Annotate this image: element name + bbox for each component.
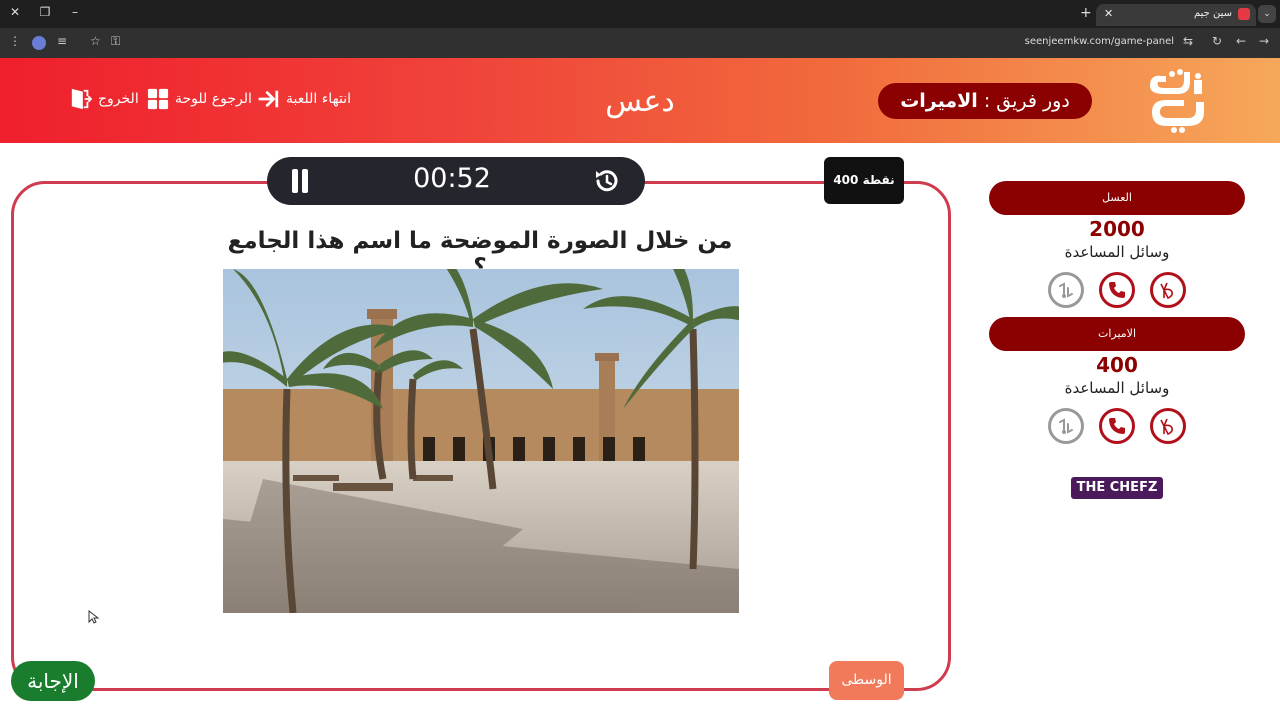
- hole-icon: [1059, 418, 1073, 434]
- pause-icon: [292, 169, 298, 193]
- tab-close-icon[interactable]: ✕: [1104, 7, 1113, 20]
- hole-icon: [1059, 282, 1073, 298]
- exit-button[interactable]: الخروج: [70, 88, 139, 110]
- end-game-icon: [258, 90, 279, 108]
- reset-timer-button[interactable]: [592, 166, 622, 196]
- extension-icon[interactable]: [32, 36, 46, 50]
- two-answers-icon: [1160, 418, 1173, 436]
- aids-label: وسائل المساعدة: [1064, 379, 1170, 397]
- tab-favicon: [1238, 8, 1250, 20]
- mosque-photo-icon: [223, 269, 739, 613]
- close-window-icon[interactable]: ✕: [6, 5, 24, 19]
- minimize-window-icon[interactable]: –: [66, 5, 84, 19]
- pause-icon-bar: [302, 169, 308, 193]
- current-turn-pill: دور فريق : الاميرات: [878, 83, 1092, 119]
- forward-icon[interactable]: →: [1259, 34, 1269, 48]
- aids-label: وسائل المساعدة: [1064, 243, 1170, 261]
- end-game-label: انتهاء اللعبة: [286, 91, 352, 107]
- two-answers-icon: [1160, 282, 1173, 300]
- new-tab-icon[interactable]: +: [1080, 5, 1092, 21]
- history-reset-icon: [596, 170, 618, 192]
- hole-aid-button[interactable]: [1048, 272, 1084, 308]
- page-title: دعس: [605, 84, 675, 119]
- exit-label: الخروج: [98, 91, 139, 107]
- answer-button[interactable]: الإجابة: [11, 661, 95, 701]
- back-icon[interactable]: ←: [1236, 34, 1246, 48]
- turn-team-name: الاميرات: [900, 90, 978, 112]
- password-key-icon[interactable]: ⚿: [111, 34, 120, 49]
- board-icon: [147, 88, 169, 110]
- sponsor-logo[interactable]: THE CHEFZ: [1071, 477, 1163, 499]
- logo-mark-icon: [1150, 69, 1204, 133]
- team-score: 2000: [1089, 217, 1145, 241]
- tab-title: سين جيم: [1193, 8, 1232, 19]
- reload-icon[interactable]: ↻: [1212, 34, 1222, 48]
- call-friend-aid-button[interactable]: [1099, 272, 1135, 308]
- menu-dots-icon[interactable]: ⋮: [9, 34, 21, 48]
- points-badge: 400 نقطة: [824, 157, 904, 204]
- team-score: 400: [1096, 353, 1138, 377]
- call-friend-icon: [1109, 418, 1125, 434]
- two-answers-aid-button[interactable]: [1150, 408, 1186, 444]
- call-friend-aid-button[interactable]: [1099, 408, 1135, 444]
- url-text[interactable]: seenjeemkw.com/game-panel: [1025, 36, 1174, 47]
- logo[interactable]: [1144, 68, 1212, 134]
- turn-label: دور فريق :: [983, 90, 1070, 112]
- browser-tab[interactable]: ✕ سين جيم: [1096, 4, 1256, 26]
- hole-aid-button[interactable]: [1048, 408, 1084, 444]
- exit-icon: [71, 88, 92, 110]
- pause-button[interactable]: [290, 169, 310, 193]
- timer-display: 00:52: [413, 163, 491, 194]
- team-name-bar: العسل: [989, 181, 1245, 215]
- tab-search-icon[interactable]: ⌄: [1258, 5, 1276, 23]
- question-image: [223, 269, 739, 613]
- site-settings-icon[interactable]: ⇆: [1183, 34, 1193, 48]
- mouse-cursor-icon: [88, 610, 100, 624]
- category-badge: الوسطى: [829, 661, 904, 700]
- back-to-board-button[interactable]: الرجوع للوحة: [147, 88, 252, 110]
- end-game-button[interactable]: انتهاء اللعبة: [258, 88, 351, 110]
- call-friend-icon: [1109, 282, 1125, 298]
- two-answers-aid-button[interactable]: [1150, 272, 1186, 308]
- restore-window-icon[interactable]: ❐: [36, 5, 54, 19]
- bookmark-star-icon[interactable]: ☆: [90, 34, 101, 48]
- back-to-board-label: الرجوع للوحة: [175, 91, 252, 107]
- team-name-bar: الاميرات: [989, 317, 1245, 351]
- reading-list-icon[interactable]: ≡: [57, 34, 67, 48]
